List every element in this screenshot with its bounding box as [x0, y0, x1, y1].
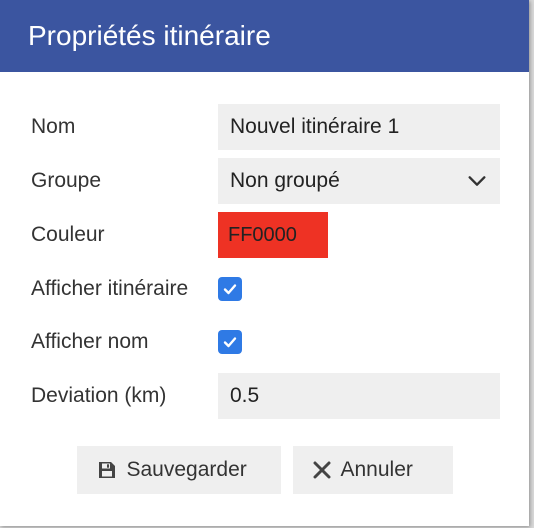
close-icon — [313, 461, 331, 479]
cancel-button-label: Annuler — [340, 458, 413, 481]
save-button[interactable]: Sauvegarder — [76, 446, 281, 494]
save-button-label: Sauvegarder — [126, 458, 247, 481]
show-route-checkbox[interactable] — [218, 277, 242, 301]
chevron-down-icon — [468, 176, 486, 186]
name-label: Nom — [31, 115, 76, 138]
dialog-title: Propriétés itinéraire — [28, 20, 271, 51]
group-row: Groupe Non groupé — [31, 158, 500, 204]
deviation-row: Deviation (km) 0.5 — [31, 373, 500, 419]
color-label: Couleur — [31, 223, 105, 246]
show-route-row: Afficher itinéraire — [31, 266, 500, 312]
checkmark-icon — [223, 337, 237, 348]
deviation-input[interactable]: 0.5 — [218, 373, 500, 419]
checkmark-icon — [223, 284, 237, 295]
route-properties-dialog: Propriétés itinéraire Nom Nouvel itinéra… — [0, 0, 529, 526]
show-name-label: Afficher nom — [31, 330, 149, 353]
dialog-actions: Sauvegarder Annuler — [0, 446, 529, 494]
color-picker-field[interactable]: FF0000 — [218, 212, 328, 258]
floppy-disk-icon — [97, 460, 117, 480]
show-name-row: Afficher nom — [31, 319, 500, 365]
color-row: Couleur FF0000 — [31, 212, 500, 258]
cancel-button[interactable]: Annuler — [292, 446, 453, 494]
dialog-title-bar: Propriétés itinéraire — [0, 0, 529, 72]
deviation-label: Deviation (km) — [31, 384, 167, 407]
name-input[interactable]: Nouvel itinéraire 1 — [218, 104, 500, 150]
show-route-label: Afficher itinéraire — [31, 277, 189, 300]
group-label: Groupe — [31, 169, 102, 192]
group-select[interactable]: Non groupé — [218, 158, 500, 204]
group-select-value: Non groupé — [230, 169, 340, 192]
name-row: Nom Nouvel itinéraire 1 — [31, 104, 500, 150]
show-name-checkbox[interactable] — [218, 330, 242, 354]
